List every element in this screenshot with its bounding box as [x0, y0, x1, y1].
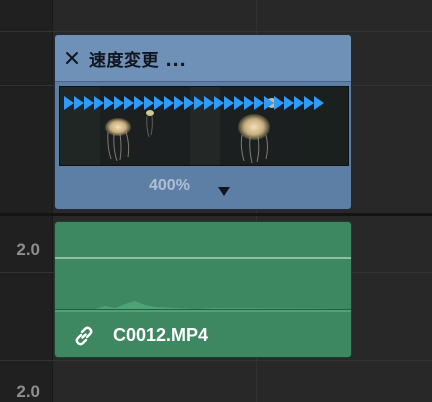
clip-title: 速度変更 ... [89, 50, 187, 71]
clip-thumbnail [59, 86, 349, 166]
speed-arrow-icon [124, 96, 134, 110]
speed-arrow-icon [154, 96, 164, 110]
speed-arrow-icon [164, 96, 174, 110]
speed-arrow-icon [104, 96, 114, 110]
close-icon[interactable] [65, 51, 79, 65]
audio-gain-line[interactable] [55, 257, 351, 259]
speed-arrow-icon [174, 96, 184, 110]
speed-arrow-icon [214, 96, 224, 110]
clip-header[interactable]: 速度変更 ... [55, 35, 351, 82]
speed-arrow-icon [314, 96, 324, 110]
speed-arrow-icon [224, 96, 234, 110]
speed-arrow-icon [94, 96, 104, 110]
speed-arrow-icon [254, 96, 264, 110]
audio-clip[interactable]: C0012.MP4 [54, 221, 352, 358]
track-level-label: 2.0 [16, 382, 40, 401]
timeline-gridline [0, 360, 432, 361]
track-header-column [0, 0, 53, 402]
speed-arrow-icon [204, 96, 214, 110]
track-divider[interactable] [0, 213, 432, 216]
speed-arrow-icon [84, 96, 94, 110]
speed-arrow-icon [234, 96, 244, 110]
speed-arrows [64, 96, 324, 110]
speed-arrow-icon [74, 96, 84, 110]
speed-arrow-icon [284, 96, 294, 110]
track-level-label: 2.0 [16, 240, 40, 259]
speed-arrow-icon [114, 96, 124, 110]
link-icon [73, 325, 95, 352]
speed-arrow-icon [134, 96, 144, 110]
speed-arrow-icon [244, 96, 254, 110]
audio-baseline [55, 309, 351, 310]
speed-arrow-icon [64, 96, 74, 110]
speed-arrow-icon [194, 96, 204, 110]
timeline-gridline [0, 31, 432, 32]
speed-arrow-icon [274, 96, 284, 110]
triangle-down-icon[interactable] [218, 183, 230, 201]
speed-arrow-icon [144, 96, 154, 110]
speed-arrow-icon [294, 96, 304, 110]
speed-arrow-icon [304, 96, 314, 110]
speed-arrow-icon [264, 96, 274, 110]
speed-value[interactable]: 400% [149, 177, 190, 195]
audio-clip-name: C0012.MP4 [113, 325, 209, 345]
video-clip[interactable]: 速度変更 ... 400% [54, 34, 352, 210]
speed-arrow-icon [184, 96, 194, 110]
